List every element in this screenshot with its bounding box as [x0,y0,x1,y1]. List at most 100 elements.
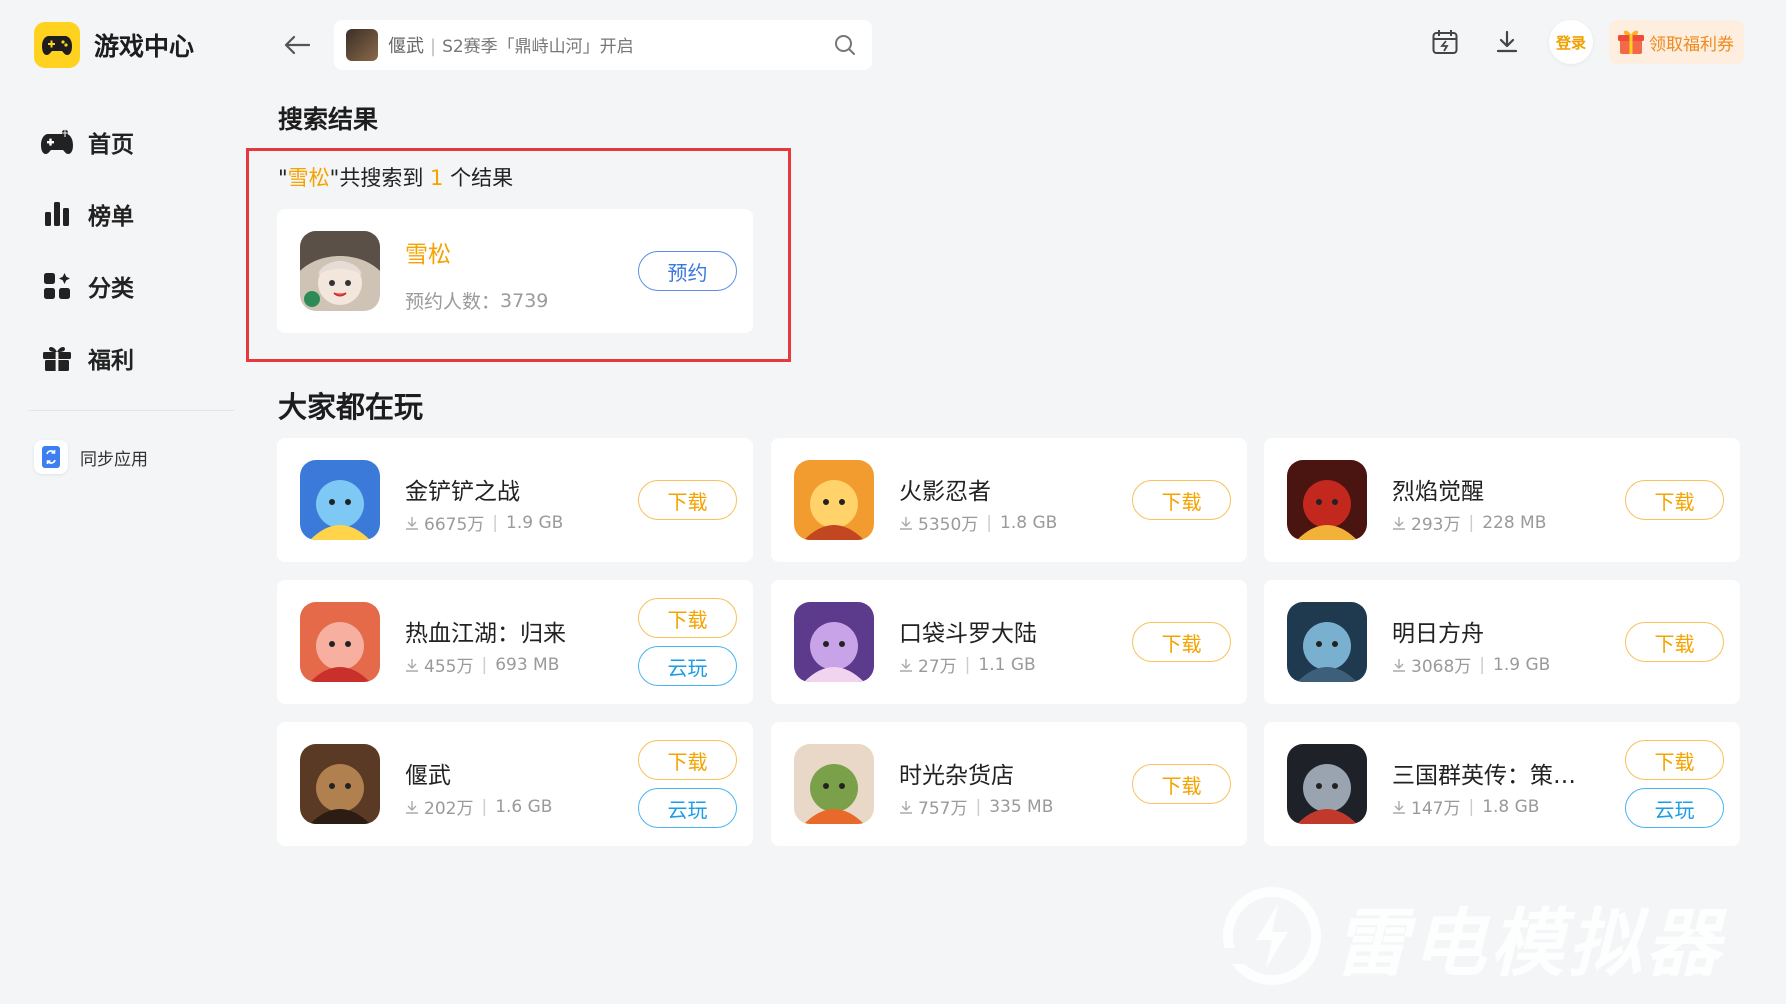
download-button[interactable]: 下载 [638,480,737,520]
game-card[interactable]: 金铲铲之战 6675万 | 1.9 GB 下载 [277,438,753,562]
coupon-label: 领取福利券 [1649,34,1734,55]
download-button[interactable]: 下载 [1625,480,1724,520]
game-name: 火影忍者 [899,479,991,505]
game-size: 1.8 GB [1000,512,1058,533]
meta-divider: | [986,512,992,533]
game-card[interactable]: 烈焰觉醒 293万 | 228 MB 下载 [1264,438,1740,562]
sidebar-item-ranking[interactable]: 榜单 [40,178,134,250]
meta-divider: | [1468,796,1475,817]
result-summary: "雪松"共搜索到 1 个结果 [278,162,513,192]
meta-divider: | [964,654,971,675]
meta-divider: | [492,512,498,533]
summary-prefix: 共搜索到 [339,166,431,190]
search-input[interactable]: 偃武 | S2赛季「鼎峙山河」开启 [388,32,832,58]
download-count: 27万 [918,657,957,677]
reserve-button[interactable]: 预约 [638,251,737,291]
game-meta: 455万 | 693 MB [405,652,559,677]
top-actions: 登录 领取福利券 [1403,20,1744,64]
search-results-heading: 搜索结果 [278,105,379,134]
cloud-play-button[interactable]: 云玩 [638,788,737,828]
brand[interactable]: 游戏中心 [34,22,194,68]
download-icon[interactable] [1487,22,1527,62]
download-count: 757万 [918,799,968,819]
search-result-card[interactable]: 雪松 预约人数： 3739 预约 [277,209,753,333]
cloud-play-button[interactable]: 云玩 [638,646,737,686]
game-icon [300,602,380,682]
result-count: 1 [430,166,444,190]
download-small-icon [405,515,421,531]
game-name: 热血江湖：归来 [405,621,566,647]
popular-heading: 大家都在玩 [278,390,424,424]
download-button[interactable]: 下载 [1132,480,1231,520]
sidebar-item-home[interactable]: 首页 [40,106,134,178]
game-card[interactable]: 明日方舟 3068万 | 1.9 GB 下载 [1264,580,1740,704]
game-size: 1.1 GB [978,654,1036,675]
download-button[interactable]: 下载 [1625,740,1724,780]
download-button[interactable]: 下载 [638,740,737,780]
download-button[interactable]: 下载 [1132,764,1231,804]
game-meta: 202万 | 1.6 GB [405,794,552,819]
calendar-icon[interactable] [1425,22,1465,62]
meta-divider: | [481,796,488,817]
arrow-left-icon [284,35,310,55]
download-count: 3068万 [1411,657,1472,677]
search-icon[interactable] [832,32,858,58]
download-small-icon [899,799,915,815]
game-card[interactable]: 热血江湖：归来 455万 | 693 MB 下载云玩 [277,580,753,704]
game-name: 三国群英传：策定… [1392,763,1592,789]
game-size: 1.9 GB [506,512,564,533]
back-button[interactable] [280,28,314,62]
game-meta: 5350万 | 1.8 GB [899,510,1057,535]
reservation-count: 预约人数： 3739 [405,287,548,314]
download-small-icon [899,515,915,531]
download-small-icon [1392,657,1408,673]
download-button[interactable]: 下载 [1625,622,1724,662]
game-icon [300,231,380,311]
game-card[interactable]: 时光杂货店 757万 | 335 MB 下载 [771,722,1247,846]
search-query: 雪松 [287,166,330,190]
game-meta: 27万 | 1.1 GB [899,652,1036,677]
game-meta: 6675万 | 1.9 GB [405,510,563,535]
meta-divider: | [1479,654,1485,675]
download-small-icon [1392,515,1408,531]
sidebar-item-category[interactable]: 分类 [40,250,134,322]
cloud-play-button[interactable]: 云玩 [1625,788,1724,828]
sync-apps-button[interactable]: 同步应用 [34,440,148,474]
game-card[interactable]: 三国群英传：策定… 147万 | 1.8 GB 下载 云玩 [1264,722,1740,846]
download-count: 202万 [424,799,474,819]
game-card[interactable]: 火影忍者 5350万 | 1.8 GB 下载 [771,438,1247,562]
gift-icon [1617,28,1645,56]
search-subtitle: S2赛季「鼎峙山河」开启 [442,37,634,57]
sidebar-item-label: 首页 [88,132,134,158]
sidebar-item-label: 榜单 [88,204,134,230]
game-card[interactable]: 口袋斗罗大陆 27万 | 1.1 GB 下载 [771,580,1247,704]
watermark-text: 雷电模拟器 [1334,901,1724,987]
reservation-value: 3739 [500,289,549,312]
search-game-name: 偃武 [388,36,424,57]
claim-coupon-button[interactable]: 领取福利券 [1609,20,1744,64]
game-name: 烈焰觉醒 [1392,479,1484,505]
sidebar-item-welfare[interactable]: 福利 [40,322,134,394]
category-grid-icon [40,269,74,303]
search-bar[interactable]: 偃武 | S2赛季「鼎峙山河」开启 [334,20,872,70]
game-icon [300,460,380,540]
search-divider: | [430,36,437,57]
meta-divider: | [975,796,982,817]
sidebar-nav: 首页 榜单 分类 福利 [40,106,134,394]
game-name: 金铲铲之战 [405,479,520,505]
game-card[interactable]: 偃武 202万 | 1.6 GB 下载 云玩 [277,722,753,846]
download-button[interactable]: 下载 [1132,622,1231,662]
quote-open: " [278,166,288,190]
game-name: 偃武 [405,763,451,789]
meta-divider: | [1468,512,1475,533]
reservation-label: 预约人数： [405,291,501,313]
game-meta: 3068万 | 1.9 GB [1392,652,1550,677]
game-name: 明日方舟 [1392,621,1484,647]
game-size: 1.9 GB [1493,654,1551,675]
game-meta: 757万 | 335 MB [899,794,1053,819]
login-button[interactable]: 登录 [1549,20,1593,64]
sidebar-item-label: 福利 [88,348,134,374]
download-small-icon [405,799,421,815]
download-button[interactable]: 下载 [638,598,737,638]
game-icon [300,744,380,824]
